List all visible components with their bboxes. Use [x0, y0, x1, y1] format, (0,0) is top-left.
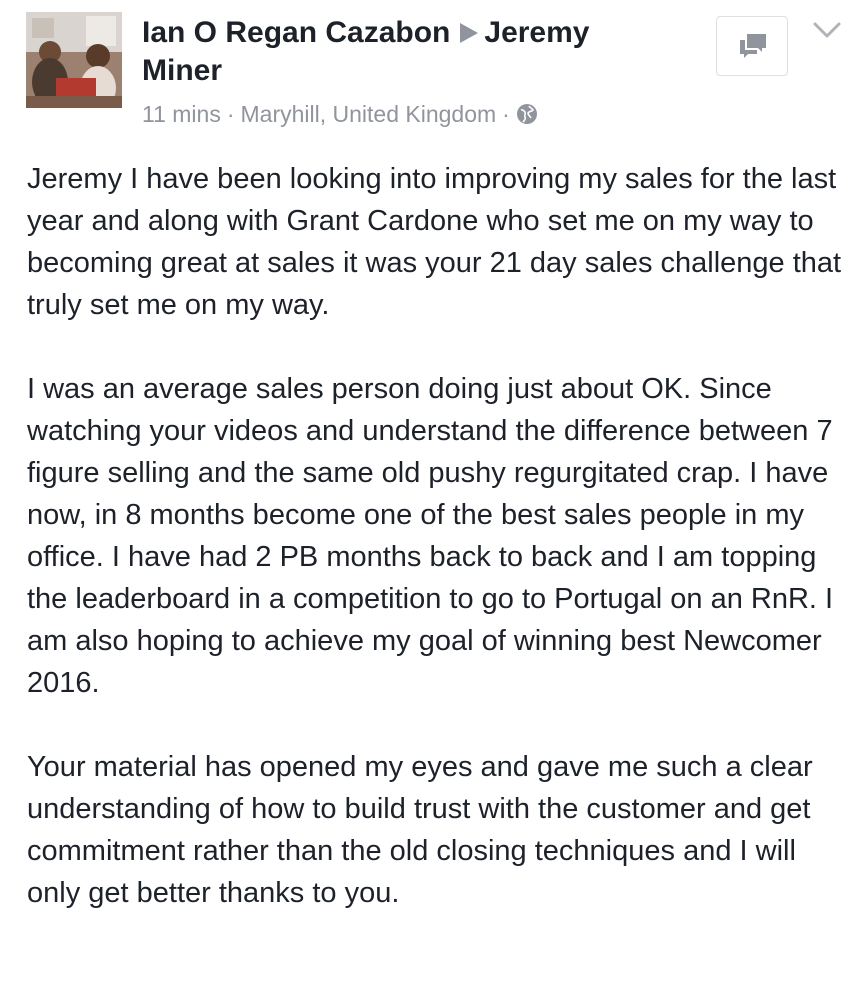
arrow-right-icon [460, 23, 479, 43]
post: Ian O Regan Cazabon Jeremy Miner 11 mins ·… [0, 0, 866, 1006]
globe-icon[interactable] [516, 103, 538, 131]
post-paragraph: Your material has opened my eyes and gav… [27, 751, 813, 909]
avatar[interactable] [26, 12, 122, 108]
post-meta: 11 mins · Maryhill, United Kingdom · [142, 100, 662, 131]
post-paragraph: I was an average sales person doing just… [27, 373, 834, 699]
post-time[interactable]: 11 mins [142, 101, 221, 127]
avatar-photo [26, 12, 122, 108]
message-button[interactable] [716, 16, 788, 76]
post-paragraph: Jeremy I have been looking into improvin… [27, 163, 842, 321]
author-name[interactable]: Ian O Regan Cazabon [142, 16, 450, 49]
post-names: Ian O Regan Cazabon Jeremy Miner [142, 14, 662, 90]
post-location[interactable]: Maryhill, United Kingdom [241, 101, 497, 127]
meta-separator: · [502, 101, 510, 127]
post-header: Ian O Regan Cazabon Jeremy Miner 11 mins ·… [142, 14, 662, 131]
chevron-down-icon[interactable] [812, 18, 842, 42]
meta-separator: · [226, 101, 235, 127]
message-icon [740, 34, 766, 58]
post-body: Jeremy I have been looking into improvin… [27, 158, 847, 956]
